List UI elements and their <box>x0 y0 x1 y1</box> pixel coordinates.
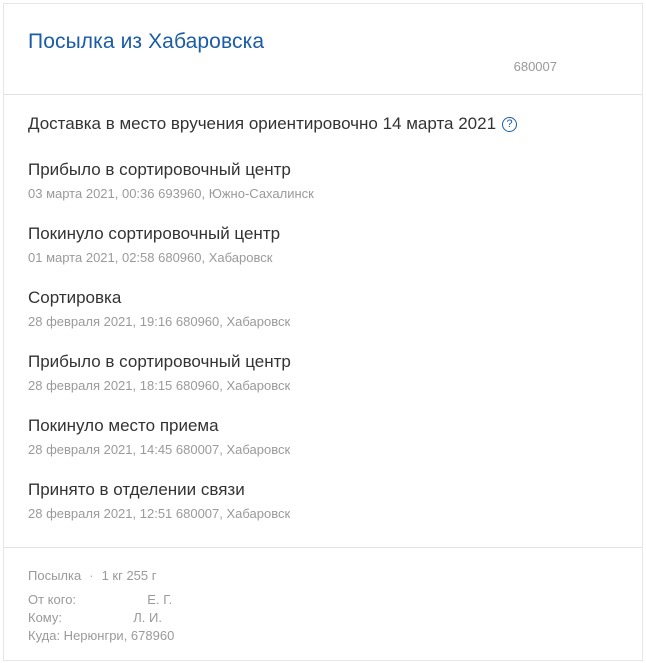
tracking-event: Покинуло место приема 28 февраля 2021, 1… <box>28 415 618 479</box>
event-title: Покинуло место приема <box>28 416 219 435</box>
tracking-events-list: Прибыло в сортировочный центр 03 марта 2… <box>28 159 618 543</box>
parcel-title: Посылка из Хабаровска <box>28 30 265 53</box>
tracking-event: Прибыло в сортировочный центр 03 марта 2… <box>28 159 618 223</box>
event-title: Сортировка <box>28 288 122 307</box>
event-title: Покинуло сортировочный центр <box>28 224 281 243</box>
section-divider <box>4 547 642 548</box>
parcel-type: Посылка <box>28 568 82 583</box>
parcel-card: Посылка из Хабаровска 680007 Доставка в … <box>3 3 643 661</box>
parcel-postcode: 680007 <box>513 59 557 74</box>
tracking-event: Принято в отделении связи 28 февраля 202… <box>28 479 618 543</box>
event-title: Прибыло в сортировочный центр <box>28 352 291 371</box>
destination-row: Куда: Нерюнгри, 678960 <box>28 627 174 645</box>
tracking-event: Прибыло в сортировочный центр 28 февраля… <box>28 351 618 415</box>
tracking-event: Сортировка 28 февраля 2021, 19:16 680960… <box>28 287 618 351</box>
parcel-summary: Посылка · 1 кг 255 г <box>28 567 174 585</box>
question-circle-icon[interactable]: ? <box>502 116 518 132</box>
event-meta: 01 марта 2021, 02:58 680960, Хабаровск <box>28 250 273 265</box>
sender-value: Е. Г. <box>147 592 173 607</box>
recipient-label: Кому: <box>28 610 62 625</box>
parcel-details: Посылка · 1 кг 255 г От кого: Е. Г. Кому… <box>28 567 174 645</box>
event-meta: 28 февраля 2021, 14:45 680007, Хабаровск <box>28 442 291 457</box>
summary-separator: · <box>89 568 94 583</box>
event-meta: 28 февраля 2021, 12:51 680007, Хабаровск <box>28 506 291 521</box>
event-meta: 03 марта 2021, 00:36 693960, Южно-Сахали… <box>28 186 314 201</box>
recipient-value: Л. И. <box>133 610 162 625</box>
destination-text: Куда: Нерюнгри, 678960 <box>28 628 175 643</box>
event-meta: 28 февраля 2021, 19:16 680960, Хабаровск <box>28 314 291 329</box>
sender-row: От кого: Е. Г. <box>28 591 174 609</box>
parcel-weight: 1 кг 255 г <box>101 568 157 583</box>
sender-label: От кого: <box>28 592 77 607</box>
tracking-event: Покинуло сортировочный центр 01 марта 20… <box>28 223 618 287</box>
event-title: Принято в отделении связи <box>28 480 245 499</box>
event-title: Прибыло в сортировочный центр <box>28 160 291 179</box>
delivery-estimate-text: Доставка в место вручения ориентировочно… <box>28 114 497 133</box>
parcel-header: Посылка из Хабаровска 680007 <box>4 4 642 95</box>
event-meta: 28 февраля 2021, 18:15 680960, Хабаровск <box>28 378 291 393</box>
delivery-estimate: Доставка в место вручения ориентировочно… <box>28 114 518 134</box>
recipient-row: Кому: Л. И. <box>28 609 174 627</box>
